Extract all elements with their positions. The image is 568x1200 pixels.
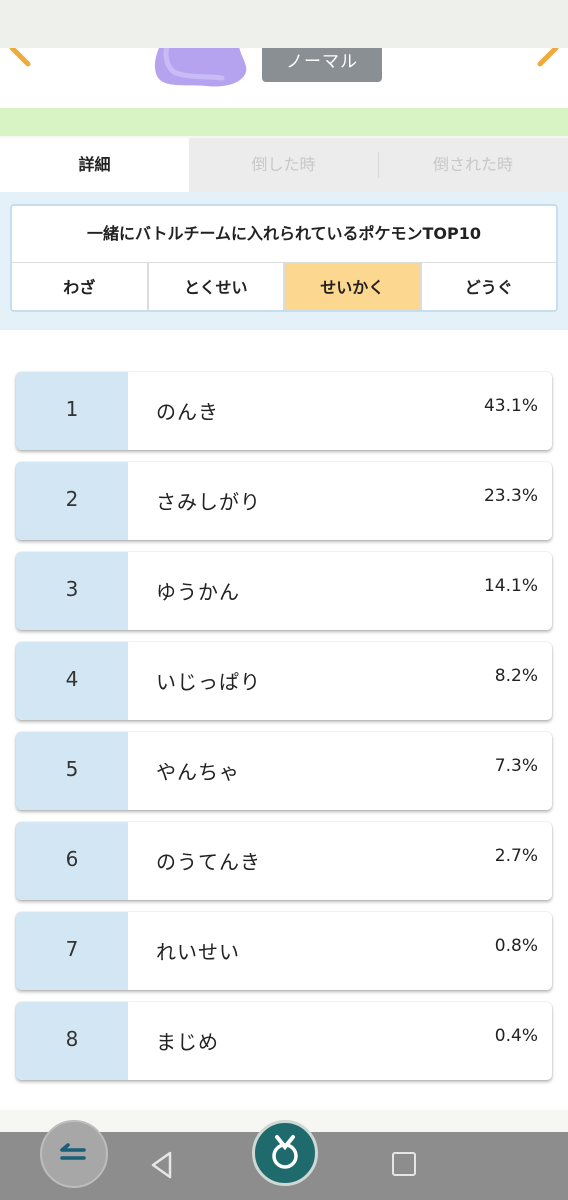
- pokemon-image: [155, 48, 247, 87]
- subtab-moves[interactable]: わざ: [12, 263, 149, 310]
- panel-title: 一緒にバトルチームに入れられているポケモンTOP10: [86, 224, 482, 243]
- ranking-list: 1 のんき 43.1% 2 さみしがり 23.3% 3 ゆうかん 14.1% 4…: [0, 330, 568, 1110]
- pokemon-header: ノーマル: [0, 48, 568, 108]
- list-item: 1 のんき 43.1%: [16, 372, 552, 450]
- usage-percent: 7.3%: [494, 756, 538, 776]
- rank-number: 2: [16, 462, 128, 540]
- rank-number: 1: [16, 372, 128, 450]
- list-item: 3 ゆうかん 14.1%: [16, 552, 552, 630]
- rank-number: 8: [16, 1002, 128, 1080]
- tab-details[interactable]: 詳細: [0, 138, 189, 192]
- filter-panel-area: 一緒にバトルチームに入れられているポケモンTOP10 わざ とくせい せいかく …: [0, 192, 568, 330]
- status-area: [0, 0, 568, 48]
- triangle-back-icon[interactable]: [148, 1150, 176, 1180]
- usage-percent: 14.1%: [483, 576, 538, 596]
- usage-percent: 0.4%: [494, 1026, 538, 1046]
- rank-number: 7: [16, 912, 128, 990]
- list-item: 8 まじめ 0.4%: [16, 1002, 552, 1080]
- recents-square-icon[interactable]: [392, 1152, 416, 1176]
- back-gesture-icon: [60, 1143, 86, 1160]
- nature-name: さみしがり: [156, 490, 261, 514]
- system-nav-bar: [0, 1120, 568, 1200]
- usage-percent: 23.3%: [483, 486, 538, 506]
- subtab-abilities[interactable]: とくせい: [148, 263, 285, 310]
- type-badge: ノーマル: [262, 48, 382, 82]
- next-arrow-icon[interactable]: [532, 48, 562, 68]
- list-item: 5 やんちゃ 7.3%: [16, 732, 552, 810]
- nature-name: のうてんき: [156, 850, 261, 874]
- usage-percent: 43.1%: [483, 396, 538, 416]
- list-item: 7 れいせい 0.8%: [16, 912, 552, 990]
- category-subtabs: わざ とくせい せいかく どうぐ: [12, 262, 556, 310]
- subtab-items[interactable]: どうぐ: [421, 263, 556, 310]
- tab-defeated[interactable]: 倒した時: [189, 138, 378, 192]
- subtab-natures[interactable]: せいかく: [285, 263, 422, 310]
- main-tabs: 詳細 倒した時 倒された時: [0, 138, 568, 192]
- usage-percent: 2.7%: [494, 846, 538, 866]
- nature-name: やんちゃ: [156, 760, 240, 784]
- nature-name: のんき: [156, 400, 219, 424]
- nature-name: ゆうかん: [156, 580, 240, 604]
- usage-percent: 0.8%: [494, 936, 538, 956]
- previous-arrow-icon[interactable]: [6, 48, 36, 68]
- back-gesture-button[interactable]: [40, 1120, 108, 1188]
- tab-defeated-by-label: 倒された時: [432, 155, 513, 174]
- rank-number: 3: [16, 552, 128, 630]
- filter-panel: 一緒にバトルチームに入れられているポケモンTOP10 わざ とくせい せいかく …: [10, 204, 558, 312]
- home-app-button[interactable]: [252, 1120, 318, 1186]
- tab-divider: [378, 152, 379, 178]
- list-item: 2 さみしがり 23.3%: [16, 462, 552, 540]
- rank-number: 5: [16, 732, 128, 810]
- nature-name: れいせい: [156, 940, 240, 964]
- nature-name: いじっぱり: [156, 670, 261, 694]
- tab-defeated-by[interactable]: 倒された時: [378, 138, 568, 192]
- rank-number: 4: [16, 642, 128, 720]
- stat-band: [0, 108, 568, 136]
- rank-number: 6: [16, 822, 128, 900]
- usage-percent: 8.2%: [494, 666, 538, 686]
- list-item: 6 のうてんき 2.7%: [16, 822, 552, 900]
- home-app-icon: [272, 1135, 298, 1169]
- nature-name: まじめ: [156, 1030, 219, 1054]
- list-item: 4 いじっぱり 8.2%: [16, 642, 552, 720]
